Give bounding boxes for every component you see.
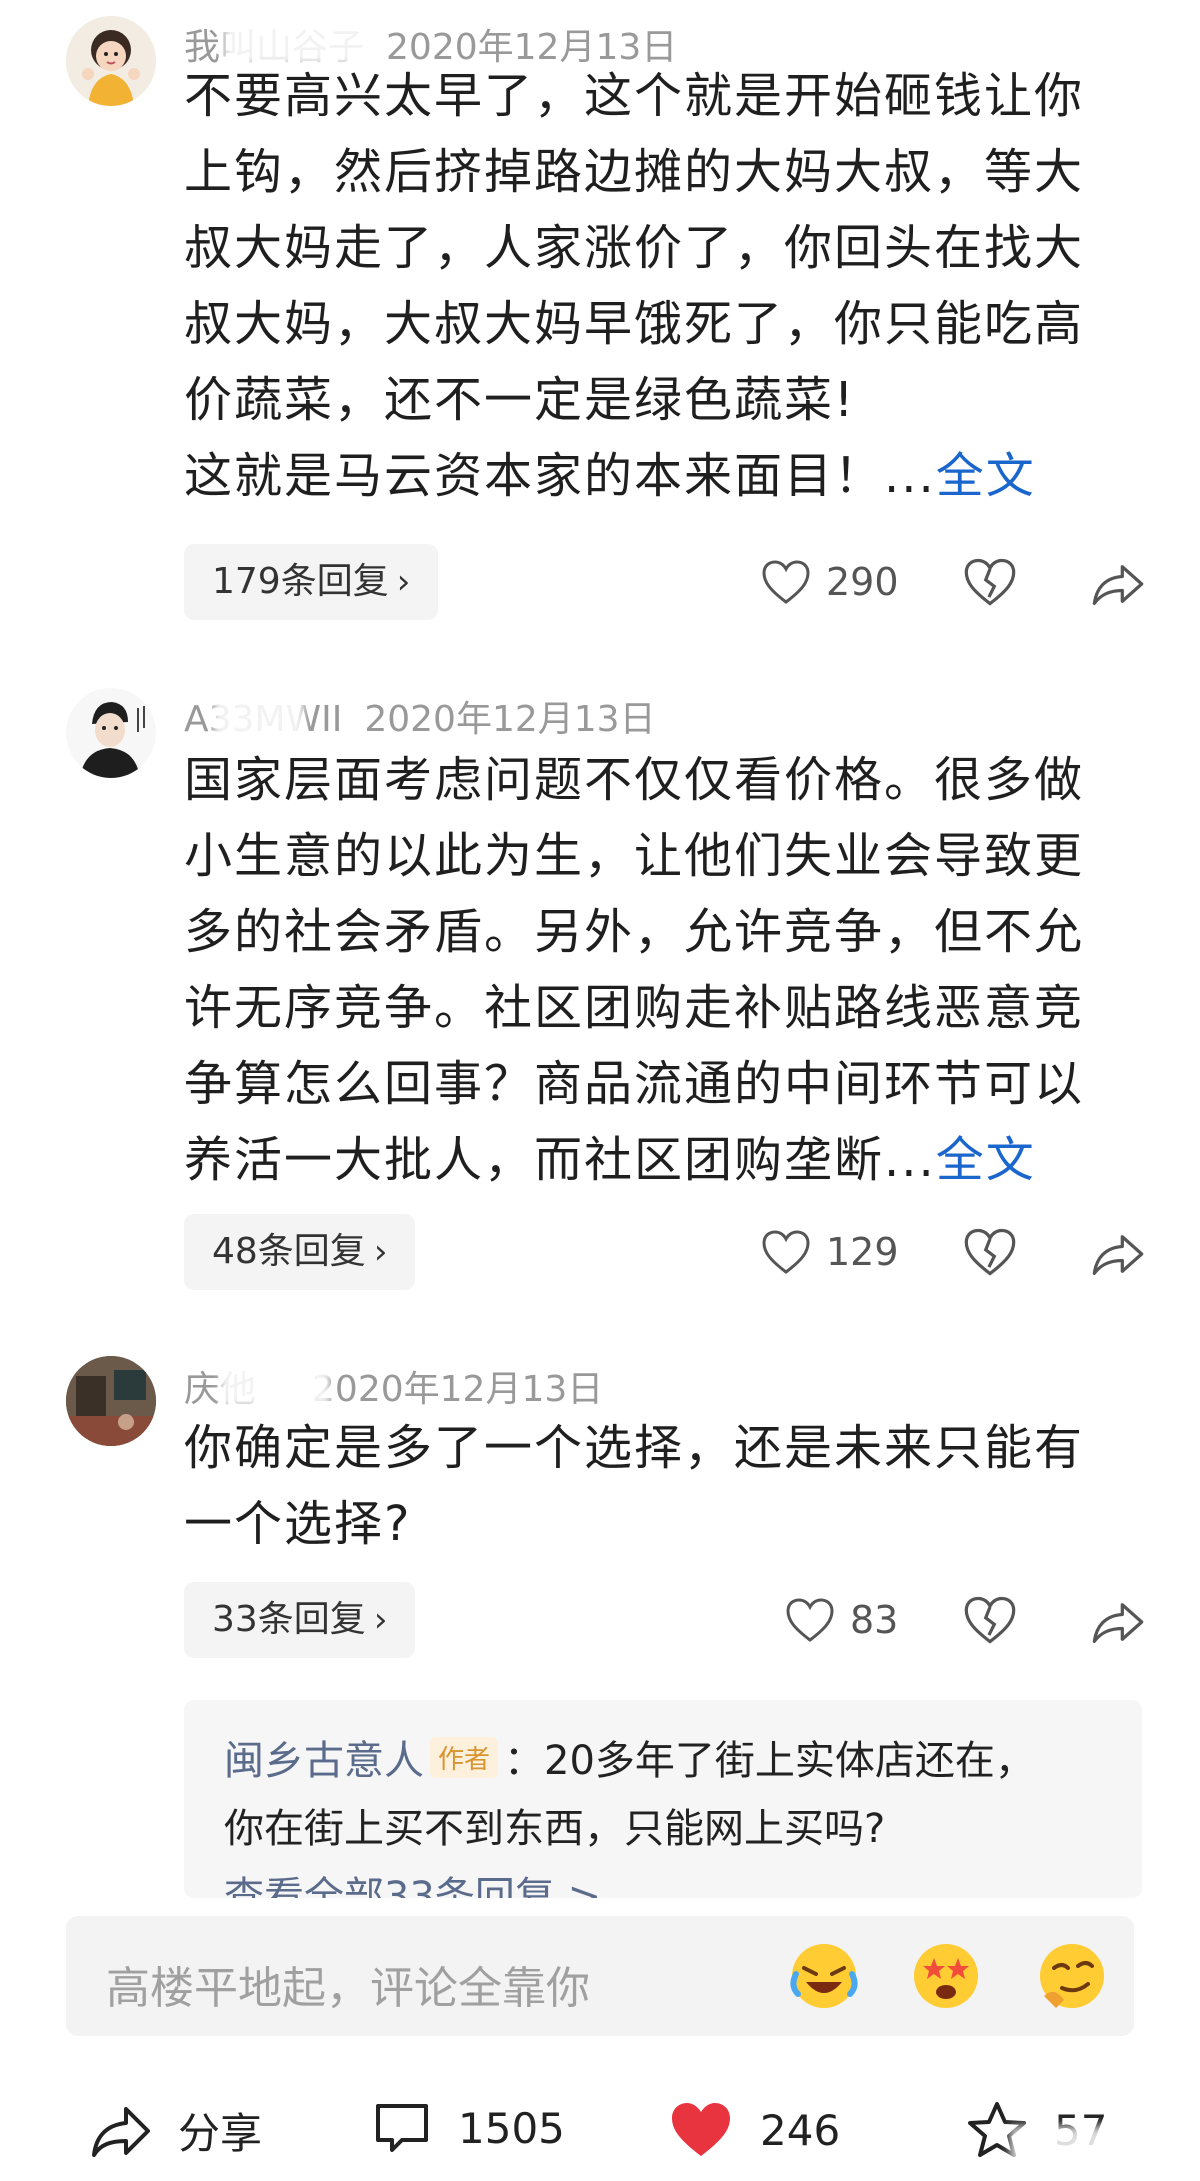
chevron-right-icon: › [373,1232,388,1272]
author-badge: 作者 [430,1737,499,1778]
comment-meta: 庆他2020年12月13日 [184,1354,604,1412]
dislike-heart-icon[interactable] [962,1224,1018,1280]
comment-line: 国家层面考虑问题不仅仅看价格。很多做 [184,752,1085,808]
like-count: 83 [850,1598,899,1642]
likes-count: 246 [760,2105,841,2155]
reply-text: 你在街上买不到东西，只能网上买吗? [224,1806,886,1852]
share-icon [92,2106,150,2157]
avatar-girl-icon [66,16,156,106]
comment-body: 你确定是多了一个选择，还是未来只能有 一个选择? [184,1410,1144,1562]
comment-input-bar[interactable]: 高楼平地起，评论全靠你 [66,1916,1134,2036]
comment-input-placeholder[interactable]: 高楼平地起，评论全靠你 [106,1952,590,2016]
comment-line: 小生意的以此为生，让他们失业会导致更 [184,828,1085,884]
comment-line: 养活一大批人，而社区团购垄断...全文 [184,1132,1036,1188]
comment-line: 上钩，然后挤掉路边摊的大妈大叔，等大 [184,144,1085,200]
avatar-photo-icon [66,1356,156,1446]
avatar[interactable] [66,16,156,106]
smirk-emoji[interactable] [1034,1938,1110,2014]
avatar-man-icon [66,688,156,778]
comment-line: 叔大妈，大叔大妈早饿死了，你只能吃高 [184,296,1085,352]
username[interactable]: A33MWII [184,693,342,745]
heart-filled-icon [672,2103,730,2156]
share-arrow-icon[interactable] [1090,556,1146,612]
comment-line: 价蔬菜，还不一定是绿色蔬菜! [184,372,856,428]
comment-line: 叔大妈走了，人家涨价了，你回头在找大 [184,220,1085,276]
replies-button[interactable]: 48条回复 › [184,1214,416,1290]
like-button[interactable]: 290 [760,552,899,612]
avatar[interactable] [66,688,156,778]
like-button[interactable]: 83 [784,1590,898,1650]
comment-line: 多的社会矛盾。另外，允许竞争，但不允 [184,904,1085,960]
like-post-button[interactable]: 246 [668,2100,840,2160]
fulltext-link[interactable]: 全文 [936,1132,1036,1188]
like-count: 129 [826,1230,899,1274]
watermark-blur [1010,2126,1160,2164]
chevron-right-icon: › [373,1600,388,1640]
view-all-replies-link[interactable]: 查看全部33条回复 > [224,1864,601,1898]
comment-line: 争算怎么回事？商品流通的中间环节可以 [184,1056,1085,1112]
comment-line: 一个选择? [184,1496,412,1552]
comment-date: 2020年12月13日 [312,1369,604,1410]
heart-outline-icon [762,560,810,604]
comments-button[interactable]: 1505 [372,2100,565,2156]
replies-button[interactable]: 33条回复 › [184,1582,416,1658]
share-arrow-icon[interactable] [1090,1594,1146,1650]
avatar[interactable] [66,1356,156,1446]
dislike-heart-icon[interactable] [962,554,1018,610]
replies-button[interactable]: 179条回复 › [184,544,439,620]
comment-line: 你确定是多了一个选择，还是未来只能有 [184,1420,1085,1476]
like-button[interactable]: 129 [760,1222,899,1282]
comment-meta: A33MWII 2020年12月13日 [184,690,656,745]
comment-body: 国家层面考虑问题不仅仅看价格。很多做 小生意的以此为生，让他们失业会导致更 多的… [184,742,1144,1198]
reply-preview-line: 闽乡古意人 作者 ：20多年了街上实体店还在， [224,1728,1035,1786]
comment-line: 不要高兴太早了，这个就是开始砸钱让你 [184,68,1085,124]
like-count: 290 [826,560,899,604]
share-arrow-icon[interactable] [1090,1226,1146,1282]
comment-line: 许无序竞争。社区团购走补贴路线恶意竞 [184,980,1085,1036]
username[interactable]: 庆他 [184,1354,330,1412]
fulltext-link[interactable]: 全文 [936,448,1036,504]
comments-count: 1505 [458,2103,565,2153]
star-eyes-emoji[interactable] [908,1938,984,2014]
share-label: 分享 [178,2109,263,2158]
chevron-right-icon: › [396,562,411,602]
reply-preview[interactable]: 闽乡古意人 作者 ：20多年了街上实体店还在， 你在街上买不到东西，只能网上买吗? … [184,1700,1142,1898]
heart-outline-icon [786,1598,834,1642]
reply-text: ：20多年了街上实体店还在， [504,1738,1035,1784]
dislike-heart-icon[interactable] [962,1592,1018,1648]
comment-line: 这就是马云资本家的本来面目！...全文 [184,448,1036,504]
share-button[interactable]: 分享 [90,2100,262,2161]
comment-bubble-icon [376,2104,428,2152]
comment-body: 不要高兴太早了，这个就是开始砸钱让你 上钩，然后挤掉路边摊的大妈大叔，等大 叔大… [184,58,1144,514]
heart-outline-icon [762,1230,810,1274]
comment-date: 2020年12月13日 [364,699,656,740]
laughing-crying-emoji[interactable] [786,1938,862,2014]
reply-author[interactable]: 闽乡古意人 [224,1738,424,1784]
